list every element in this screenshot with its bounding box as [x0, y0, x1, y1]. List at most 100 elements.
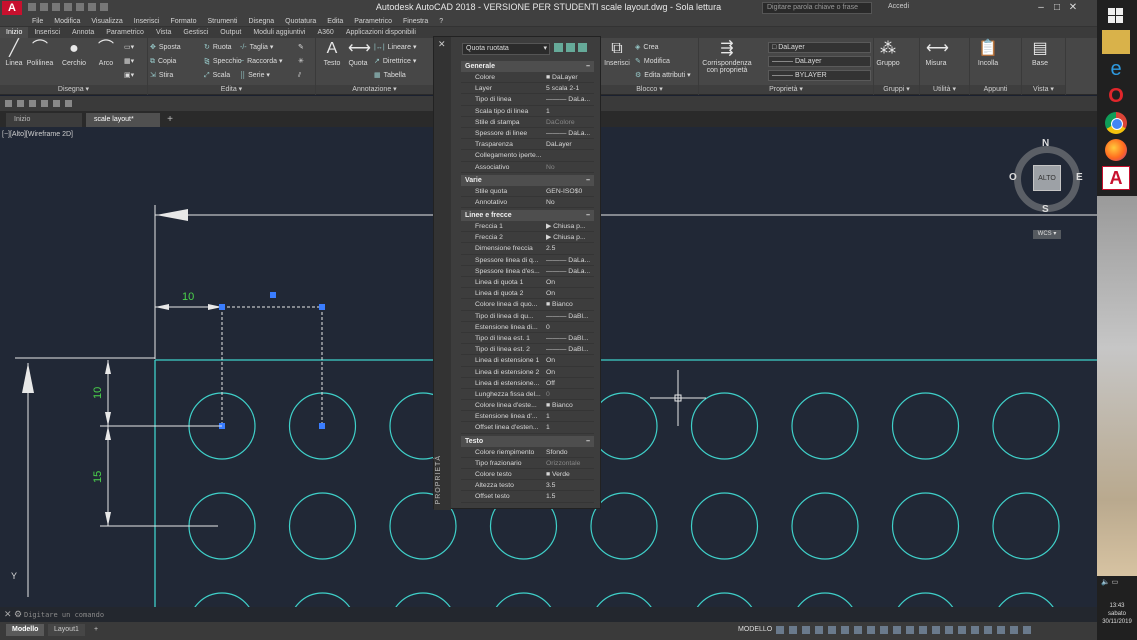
- specchio-button[interactable]: ⧎ Specchio: [204, 56, 242, 68]
- panel-annotazione-title[interactable]: Annotazione ▾: [316, 85, 433, 94]
- ortho-icon[interactable]: [802, 626, 810, 634]
- lineweight-combo[interactable]: ——— BYLAYER: [768, 70, 871, 81]
- pickadd-icon[interactable]: [554, 43, 563, 52]
- lock-ui-icon[interactable]: [971, 626, 979, 634]
- tab-applicazioni[interactable]: Applicazioni disponibili: [340, 27, 422, 38]
- circle[interactable]: [992, 492, 1060, 560]
- circle[interactable]: [390, 592, 456, 607]
- minimize-button[interactable]: –: [1033, 1, 1049, 15]
- dim-text-vertical-10[interactable]: 10: [92, 387, 104, 399]
- property-value[interactable]: 1.5: [546, 491, 594, 502]
- property-value[interactable]: ■ Bianco: [546, 299, 594, 310]
- menu-edita[interactable]: Edita: [327, 17, 343, 27]
- grip-1[interactable]: [219, 304, 225, 310]
- layout-tab-modello[interactable]: Modello: [6, 624, 45, 636]
- osnap-tracking-icon[interactable]: [841, 626, 849, 634]
- new-doc-icon[interactable]: [5, 100, 12, 107]
- tab-a360[interactable]: A360: [311, 27, 339, 38]
- rectangle-icon[interactable]: ▭▾: [124, 42, 134, 54]
- property-value[interactable]: On: [546, 277, 594, 288]
- signin-link[interactable]: Accedi: [888, 3, 909, 10]
- command-input[interactable]: Digitare un comando: [24, 610, 1094, 620]
- property-value[interactable]: ——— DaLa...: [546, 266, 594, 277]
- property-value[interactable]: ——— DaBl...: [546, 311, 594, 322]
- category-header[interactable]: Varie –: [461, 174, 594, 186]
- add-tab-icon[interactable]: +: [164, 114, 176, 125]
- properties-title-strip[interactable]: ✕ PROPRIETÀ: [434, 37, 451, 510]
- modifica-blocco-button[interactable]: ✎ Modifica: [635, 56, 670, 68]
- open-doc-icon[interactable]: [17, 100, 24, 107]
- property-value[interactable]: GEN-ISO$0: [546, 186, 594, 197]
- property-value[interactable]: No: [546, 162, 594, 173]
- command-close-icon[interactable]: ✕ ⚙: [4, 609, 22, 620]
- grip-2[interactable]: [319, 304, 325, 310]
- internet-explorer-icon[interactable]: e: [1102, 57, 1130, 81]
- help-search-input[interactable]: Digitare parola chiave o frase: [762, 2, 872, 14]
- property-value[interactable]: 0: [546, 389, 594, 400]
- property-value[interactable]: 3.5: [546, 480, 594, 491]
- workspace-icon[interactable]: [919, 626, 927, 634]
- panel-appunti-title[interactable]: Appunti: [970, 85, 1021, 94]
- property-row[interactable]: Spessore linea di q... ——— DaLa...: [461, 255, 594, 266]
- property-row[interactable]: Colore linea d'este... ■ Bianco: [461, 400, 594, 412]
- selection-cycling-icon[interactable]: [893, 626, 901, 634]
- property-value[interactable]: DaLayer: [546, 139, 594, 150]
- property-value[interactable]: 1: [546, 411, 594, 422]
- system-tray[interactable]: 🔈 ▭: [1101, 578, 1135, 588]
- property-row[interactable]: Dimensione freccia 2.5: [461, 243, 594, 255]
- misura-button[interactable]: ⟷ Misura: [922, 40, 950, 67]
- tab-vista[interactable]: Vista: [150, 27, 177, 38]
- property-value[interactable]: ■ DaLayer: [546, 72, 594, 83]
- property-row[interactable]: Colore riempimento Sfondo: [461, 447, 594, 458]
- clean-screen-icon[interactable]: [1010, 626, 1018, 634]
- property-row[interactable]: Tipo di linea ——— DaLa...: [461, 94, 594, 106]
- category-header[interactable]: Generale –: [461, 61, 594, 72]
- property-row[interactable]: Tipo di linea est. 1 ——— DaBl...: [461, 333, 594, 345]
- property-row[interactable]: Colore linea di quo... ■ Bianco: [461, 299, 594, 311]
- property-value[interactable]: On: [546, 367, 594, 378]
- dim-text-vertical-15[interactable]: 15: [92, 471, 104, 483]
- taglia-button[interactable]: -/- Taglia ▾: [240, 42, 273, 54]
- polilinea-button[interactable]: ⌒ Polilinea: [26, 40, 54, 67]
- lineweight-icon[interactable]: [867, 626, 875, 634]
- property-row[interactable]: Colore testo ■ Verde: [461, 469, 594, 481]
- circle[interactable]: [692, 592, 758, 607]
- property-row[interactable]: Tipo di linea est. 2 ——— DaBl...: [461, 344, 594, 356]
- property-value[interactable]: Off: [546, 378, 594, 389]
- menu-file[interactable]: File: [32, 17, 43, 27]
- property-row[interactable]: Tipo di linea di qu... ——— DaBl...: [461, 311, 594, 322]
- menu-strumenti[interactable]: Strumenti: [208, 17, 238, 27]
- property-row[interactable]: Scala tipo di linea 1: [461, 106, 594, 117]
- property-value[interactable]: Orizzontale: [546, 458, 594, 469]
- offset-icon[interactable]: ⫽: [298, 70, 301, 82]
- crea-button[interactable]: ◈ Crea: [635, 42, 659, 54]
- property-value[interactable]: ——— DaLa...: [546, 128, 594, 139]
- property-value[interactable]: Sfondo: [546, 447, 594, 458]
- property-row[interactable]: Freccia 2 ▶ Chiusa p...: [461, 232, 594, 244]
- add-layout-icon[interactable]: +: [88, 624, 104, 636]
- menu-disegna[interactable]: Disegna: [248, 17, 274, 27]
- menu-formato[interactable]: Formato: [170, 17, 196, 27]
- base-button[interactable]: ▤ Base: [1026, 40, 1054, 67]
- menu-parametrico[interactable]: Parametrico: [354, 17, 392, 27]
- windows-start-icon[interactable]: [1102, 4, 1130, 28]
- arco-button[interactable]: ⌒ Arco: [92, 40, 120, 67]
- snap-icon[interactable]: [789, 626, 797, 634]
- menu-visualizza[interactable]: Visualizza: [91, 17, 122, 27]
- serie-button[interactable]: ⣿ Serie ▾: [240, 70, 270, 82]
- category-header[interactable]: Testo –: [461, 435, 594, 447]
- wcs-menu[interactable]: WCS ▾: [1033, 230, 1061, 239]
- edita-attributi-button[interactable]: ⚙ Edita attributi ▾: [635, 70, 691, 82]
- property-row[interactable]: Estensione linea di... 0: [461, 322, 594, 333]
- property-value[interactable]: ——— DaLa...: [546, 255, 594, 266]
- property-row[interactable]: Linea di estensione 2 On: [461, 367, 594, 378]
- property-row[interactable]: Lunghezza fissa del... 0: [461, 389, 594, 401]
- maximize-button[interactable]: □: [1049, 1, 1065, 15]
- property-row[interactable]: Stile quota GEN-ISO$0: [461, 186, 594, 197]
- property-value[interactable]: ■ Verde: [546, 469, 594, 480]
- customize-icon[interactable]: [1023, 626, 1031, 634]
- isolate-icon[interactable]: [984, 626, 992, 634]
- tab-moduli-aggiuntivi[interactable]: Moduli aggiuntivi: [247, 27, 311, 38]
- quick-properties-icon[interactable]: [958, 626, 966, 634]
- units-icon[interactable]: [945, 626, 953, 634]
